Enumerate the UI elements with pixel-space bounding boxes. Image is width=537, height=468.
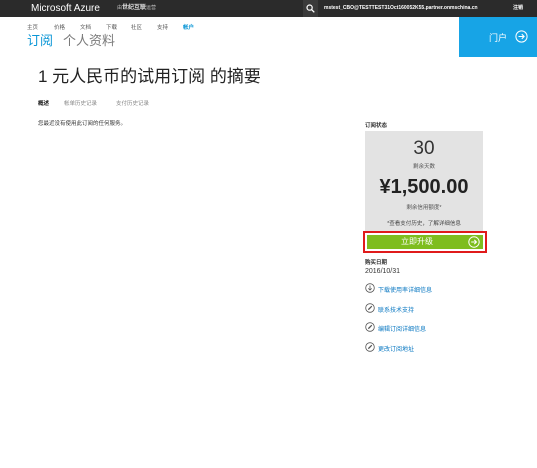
partner-suffix: 运营 xyxy=(146,5,157,11)
download-usage-label: 下载使用率详细信息 xyxy=(378,288,433,294)
edit-icon xyxy=(365,342,375,352)
nav-item-docs[interactable]: 文档 xyxy=(80,23,91,31)
usage-message: 您最近没有使用此订阅的任何服务。 xyxy=(38,121,127,127)
top-bar: Microsoft Azure 由世纪互联运营 mstest_CBO@TESTT… xyxy=(0,0,537,17)
purchase-date-heading: 购买日期 xyxy=(365,260,388,266)
days-remaining-label: 剩余天数 xyxy=(412,164,435,170)
tab-subscriptions[interactable]: 订阅 xyxy=(27,33,53,48)
change-address-link[interactable]: 更改订阅地址 xyxy=(365,342,485,353)
upgrade-now-button[interactable]: 立即升级 xyxy=(367,235,483,249)
purchase-date-value: 2016/10/31 xyxy=(365,268,401,275)
nav-item-account[interactable]: 帐户 xyxy=(183,23,194,31)
portal-button[interactable]: 门户 xyxy=(459,17,537,57)
arrow-right-circle-icon xyxy=(515,30,528,43)
tab-profile[interactable]: 个人资料 xyxy=(63,33,115,48)
download-icon xyxy=(365,283,375,293)
partner-name: 世纪互联 xyxy=(122,5,147,11)
days-remaining-value: 30 xyxy=(413,138,435,159)
download-usage-link[interactable]: 下载使用率详细信息 xyxy=(365,283,485,294)
edit-subscription-link[interactable]: 编辑订阅详细信息 xyxy=(365,322,485,333)
nav-item-home[interactable]: 主页 xyxy=(27,23,38,31)
contact-support-link[interactable]: 联系技术支持 xyxy=(365,303,485,314)
edit-subscription-label: 编辑订阅详细信息 xyxy=(378,327,427,333)
subtab-billing-history[interactable]: 帐单历史记录 xyxy=(64,99,97,107)
account-email[interactable]: mstest_CBO@TESTTEST31Oct160052K55.partne… xyxy=(324,5,478,12)
search-icon xyxy=(306,4,315,13)
upgrade-now-label: 立即升级 xyxy=(401,237,433,246)
partner-note: 由世纪互联运营 xyxy=(117,5,156,12)
contact-support-label: 联系技术支持 xyxy=(378,308,415,314)
nav-item-downloads[interactable]: 下载 xyxy=(106,23,117,31)
portal-label: 门户 xyxy=(489,33,508,43)
payment-history-note: *查看支付历史，了解详细信息 xyxy=(387,221,461,227)
change-address-label: 更改订阅地址 xyxy=(378,347,415,353)
status-card: 30 剩余天数 ¥1,500.00 剩余信用额度* *查看支付历史，了解详细信息 xyxy=(365,131,483,232)
nav-item-support[interactable]: 支持 xyxy=(157,23,168,31)
nav-item-pricing[interactable]: 价格 xyxy=(54,23,65,31)
page-title: 1 元人民币的试用订阅 的摘要 xyxy=(38,67,261,86)
nav-item-community[interactable]: 社区 xyxy=(131,23,142,31)
search-button[interactable] xyxy=(303,0,318,17)
upgrade-highlight: 立即升级 xyxy=(363,231,487,253)
subtab-overview[interactable]: 概述 xyxy=(38,99,49,107)
status-heading: 订阅状态 xyxy=(365,123,388,129)
arrow-right-circle-icon xyxy=(468,236,480,248)
credit-remaining-value: ¥1,500.00 xyxy=(379,176,469,198)
brand-logo[interactable]: Microsoft Azure xyxy=(31,3,100,14)
signout-link[interactable]: 注销 xyxy=(513,5,523,12)
credit-remaining-label: 剩余信用额度* xyxy=(406,205,442,211)
subtab-payment-history[interactable]: 支付历史记录 xyxy=(116,99,149,107)
edit-icon xyxy=(365,322,375,332)
edit-icon xyxy=(365,303,375,313)
